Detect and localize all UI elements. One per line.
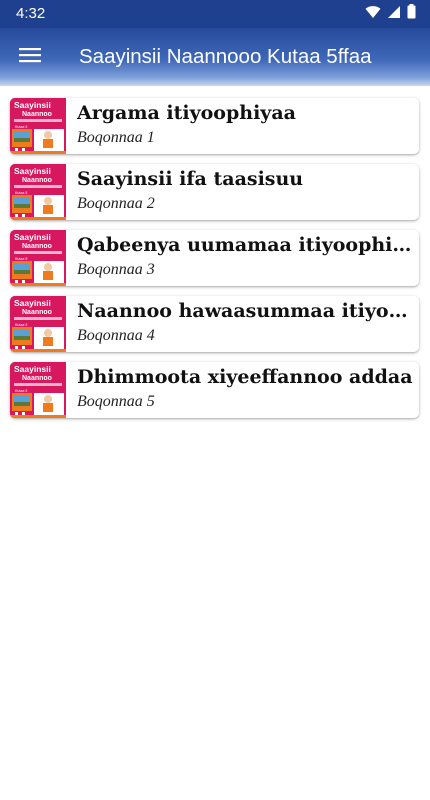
cover-subtitle: Naannoo [22,375,52,382]
cover-badge: Kutaa 5 [15,257,27,261]
cover-title: Saayinsii [14,298,51,308]
cover-subtitle: Naannoo [22,111,52,118]
cover-badge: Kutaa 5 [15,125,27,129]
chapter-item-4[interactable]: Saayinsii Naannoo Kutaa 5 Naannoo hawaas… [10,296,419,352]
chapter-subtitle: Boqonnaa 3 [77,261,155,278]
chapter-title: Dhimmoota xiyeeffannoo addaa [77,366,413,388]
app-title: Saayinsii Naannooo Kutaa 5ffaa [79,45,372,68]
wifi-icon [365,5,381,24]
chapter-title: Argama itiyoophiyaa [77,102,296,124]
chapter-title: Naannoo hawaasummaa itiyoophiyaa [77,300,415,322]
chapter-item-5[interactable]: Saayinsii Naannoo Kutaa 5 Dhimmoota xiye… [10,362,419,418]
chapter-title: Saayinsii ifa taasisuu [77,168,304,190]
battery-icon [407,4,416,24]
book-cover-image: Saayinsii Naannoo Kutaa 5 [10,230,66,286]
chapter-item-2[interactable]: Saayinsii Naannoo Kutaa 5 Saayinsii ifa … [10,164,419,220]
chapter-item-3[interactable]: Saayinsii Naannoo Kutaa 5 Qabeenya uumam… [10,230,419,286]
app-bar: Saayinsii Naannooo Kutaa 5ffaa [0,28,430,86]
chapter-subtitle: Boqonnaa 1 [77,129,155,146]
chapter-item-1[interactable]: Saayinsii Naannoo Kutaa 5 Argama itiyoop… [10,98,419,154]
chapter-subtitle: Boqonnaa 5 [77,393,155,410]
cover-badge: Kutaa 5 [15,191,27,195]
cover-title: Saayinsii [14,232,51,242]
cover-badge: Kutaa 5 [15,389,27,393]
book-cover-image: Saayinsii Naannoo Kutaa 5 [10,296,66,352]
book-cover-image: Saayinsii Naannoo Kutaa 5 [10,362,66,418]
status-bar: 4:32 [0,0,430,28]
signal-icon [387,5,401,24]
cover-title: Saayinsii [14,100,51,110]
status-icons [365,4,416,24]
book-cover-image: Saayinsii Naannoo Kutaa 5 [10,98,66,154]
cover-title: Saayinsii [14,364,51,374]
cover-badge: Kutaa 5 [15,323,27,327]
menu-button[interactable] [14,41,46,73]
cover-subtitle: Naannoo [22,177,52,184]
status-time: 4:32 [16,5,46,22]
cover-title: Saayinsii [14,166,51,176]
cover-subtitle: Naannoo [22,309,52,316]
chapter-subtitle: Boqonnaa 4 [77,327,155,344]
book-cover-image: Saayinsii Naannoo Kutaa 5 [10,164,66,220]
chapter-title: Qabeenya uumamaa itiyoophiyaa [77,234,415,256]
chapter-list: Saayinsii Naannoo Kutaa 5 Argama itiyoop… [10,98,419,428]
cover-subtitle: Naannoo [22,243,52,250]
hamburger-menu-icon [19,47,41,68]
chapter-subtitle: Boqonnaa 2 [77,195,155,212]
